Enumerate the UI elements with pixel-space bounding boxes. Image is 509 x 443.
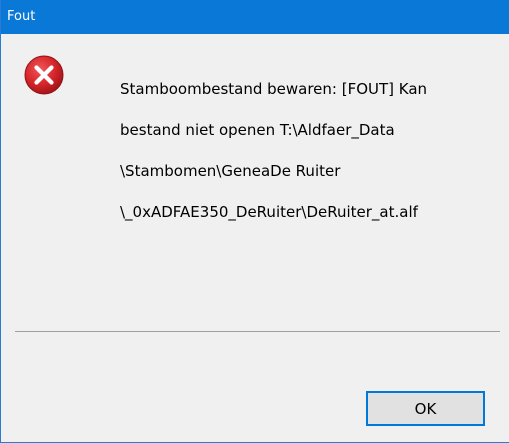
error-icon	[24, 55, 64, 95]
error-message-line: bestand niet openen T:\Aldfaer_Data	[120, 120, 395, 139]
error-message-line: Stamboombestand bewaren: [FOUT] Kan	[120, 79, 428, 98]
window-title: Fout	[7, 9, 36, 24]
title-bar[interactable]: Fout	[1, 0, 509, 34]
ok-button-label: OK	[414, 399, 437, 418]
separator-line	[15, 331, 500, 332]
error-message: Stamboombestand bewaren: [FOUT] Kan best…	[120, 58, 480, 243]
error-message-line: \Stambomen\GeneaDe Ruiter	[120, 161, 341, 180]
error-message-line: \_0xADFAE350_DeRuiter\DeRuiter_at.alf	[120, 202, 418, 221]
error-dialog-window: Fout Stamboombestand bewaren: [FOUT] Kan…	[0, 0, 509, 443]
dialog-content: Stamboombestand bewaren: [FOUT] Kan best…	[2, 34, 509, 442]
ok-button[interactable]: OK	[366, 391, 485, 426]
